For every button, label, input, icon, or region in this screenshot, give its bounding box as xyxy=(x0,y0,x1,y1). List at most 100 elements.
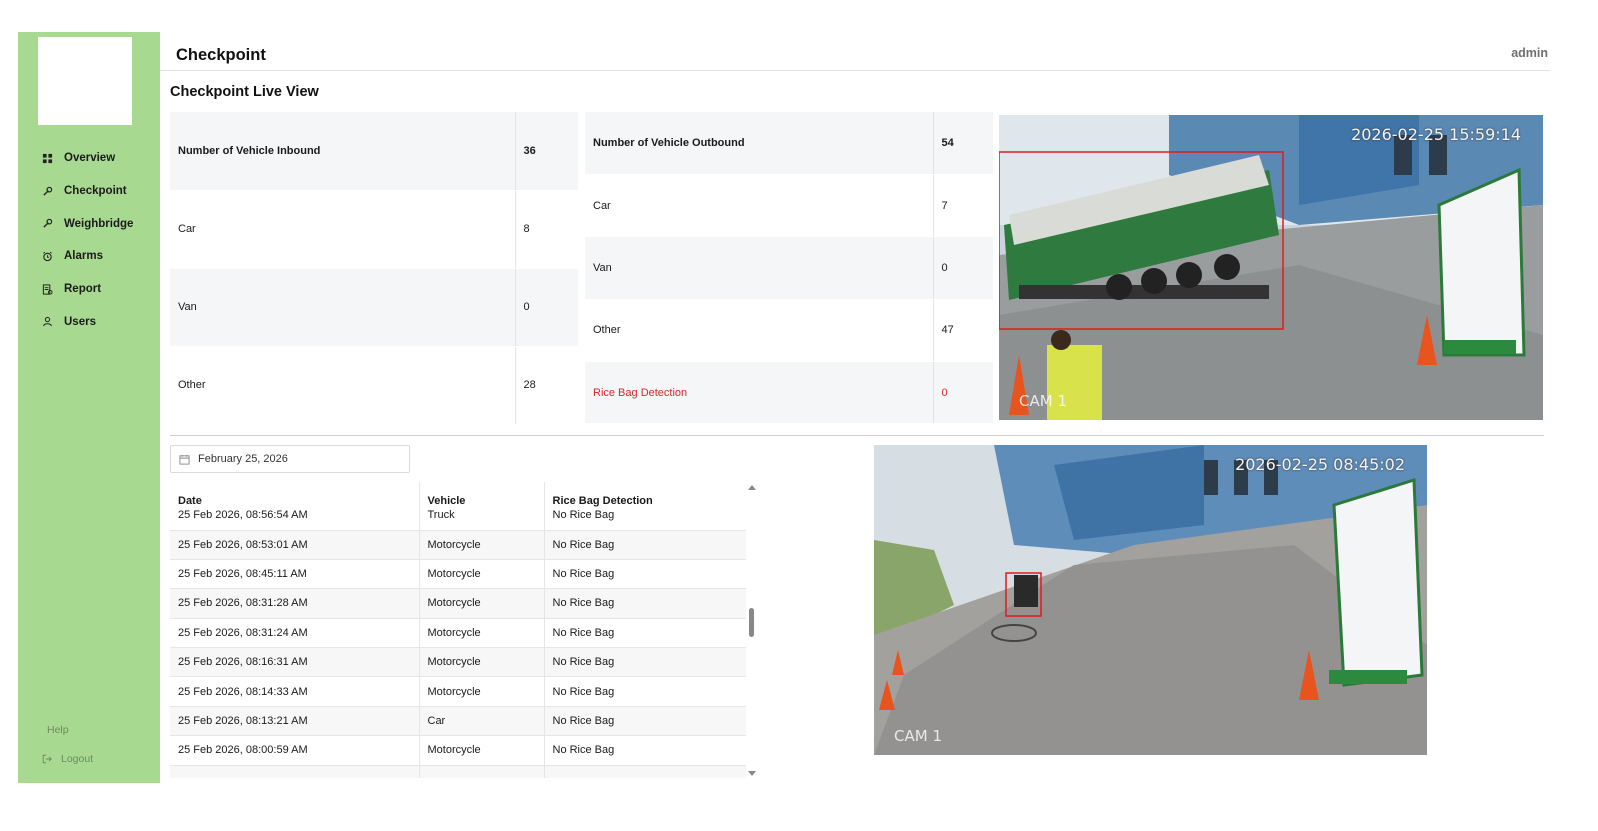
table-row[interactable]: 25 Feb 2026, 08:56:54 AM Truck No Rice B… xyxy=(170,508,746,531)
stat-value: 0 xyxy=(932,361,993,425)
sidebar-item-checkpoint[interactable]: Checkpoint xyxy=(18,175,160,208)
table-row[interactable]: 25 Feb 2026, 08:14:33 AM Motorcycle No R… xyxy=(170,676,746,707)
cell-detection: No Rice Bag xyxy=(543,588,746,619)
table-row[interactable]: 25 Feb 2026, 08:13:21 AM Car No Rice Bag xyxy=(170,706,746,737)
table-row[interactable] xyxy=(170,765,746,778)
table-row[interactable]: 25 Feb 2026, 08:53:01 AM Motorcycle No R… xyxy=(170,530,746,560)
cell-date: 25 Feb 2026, 08:31:24 AM xyxy=(170,618,419,649)
user-icon xyxy=(43,317,52,327)
table-row[interactable]: 25 Feb 2026, 08:45:11 AM Motorcycle No R… xyxy=(170,559,746,590)
camera-snapshot xyxy=(874,445,1427,755)
table-row[interactable]: 25 Feb 2026, 08:00:59 AM Motorcycle No R… xyxy=(170,735,746,766)
wrench-icon xyxy=(43,186,53,196)
sidebar-item-users[interactable]: Users xyxy=(18,305,160,338)
column-header-vehicle[interactable]: Vehicle xyxy=(418,482,544,508)
sidebar: Overview Checkpoint Weighbridge Alarms R… xyxy=(18,32,160,783)
sidebar-item-label: Report xyxy=(64,283,102,296)
help-label: Help xyxy=(47,723,69,736)
cell-detection: No Rice Bag xyxy=(543,706,746,737)
table-row[interactable]: 25 Feb 2026, 08:31:24 AM Motorcycle No R… xyxy=(170,618,746,649)
table-header-row: Date Vehicle Rice Bag Detection xyxy=(170,482,746,508)
cell-date: 25 Feb 2026, 08:56:54 AM xyxy=(170,508,419,531)
cell-vehicle-empty xyxy=(418,765,544,778)
cell-vehicle: Car xyxy=(418,706,544,737)
table-row[interactable]: 25 Feb 2026, 08:16:31 AM Motorcycle No R… xyxy=(170,647,746,678)
cell-date: 25 Feb 2026, 08:16:31 AM xyxy=(170,647,419,678)
page-title: Checkpoint Live View xyxy=(170,84,319,100)
sidebar-item-report[interactable]: Report xyxy=(18,273,160,306)
alarm-clock-icon xyxy=(43,251,52,262)
camera-label: CAM 1 xyxy=(1019,392,1067,410)
logout-icon xyxy=(42,754,52,763)
scroll-thumb[interactable] xyxy=(749,608,754,637)
report-icon xyxy=(42,284,53,295)
stat-row: Other 28 xyxy=(170,346,578,425)
cell-date: 25 Feb 2026, 08:14:33 AM xyxy=(170,676,419,707)
stat-label: Other xyxy=(170,346,515,425)
sidebar-item-overview[interactable]: Overview xyxy=(18,142,160,175)
cell-detection: No Rice Bag xyxy=(543,508,746,531)
help-link[interactable]: Help xyxy=(18,715,160,744)
stat-value: 0 xyxy=(514,268,578,347)
cell-detection: No Rice Bag xyxy=(543,676,746,707)
sidebar-item-weighbridge[interactable]: Weighbridge xyxy=(18,207,160,240)
sidebar-item-alarms[interactable]: Alarms xyxy=(18,240,160,273)
stat-label: Car xyxy=(170,190,515,269)
cell-detection: No Rice Bag xyxy=(543,647,746,678)
stat-value: 0 xyxy=(932,236,993,300)
stat-value: 47 xyxy=(932,299,993,363)
sidebar-item-label: Alarms xyxy=(64,250,103,263)
sidebar-item-label: Checkpoint xyxy=(64,185,127,198)
stat-value: 7 xyxy=(932,174,993,238)
cell-vehicle: Motorcycle xyxy=(418,676,544,707)
scroll-up-arrow-icon[interactable] xyxy=(748,485,756,490)
log-scrollbar[interactable] xyxy=(746,482,758,778)
column-header-date[interactable]: Date xyxy=(170,482,419,508)
sidebar-footer: Help Logout xyxy=(18,715,160,773)
cell-date: 25 Feb 2026, 08:53:01 AM xyxy=(170,530,419,560)
column-header-rice-bag-detection[interactable]: Rice Bag Detection xyxy=(543,482,746,508)
table-row[interactable]: 25 Feb 2026, 08:31:28 AM Motorcycle No R… xyxy=(170,588,746,619)
camera-feed-1[interactable]: 2026-02-25 15:59:14 CAM 1 xyxy=(999,115,1543,420)
logout-link[interactable]: Logout xyxy=(18,744,160,773)
cell-vehicle: Motorcycle xyxy=(418,618,544,649)
stat-label: Other xyxy=(585,299,933,363)
user-menu[interactable]: admin xyxy=(1511,46,1548,60)
stat-value: 54 xyxy=(932,112,993,175)
stat-label: Number of Vehicle Inbound xyxy=(170,112,515,191)
rice-bag-detection-row: Rice Bag Detection 0 xyxy=(585,361,993,425)
grid-icon xyxy=(42,153,53,163)
cell-detection-empty xyxy=(543,765,746,778)
stat-row: Number of Vehicle Inbound 36 xyxy=(170,112,578,191)
cell-date-empty xyxy=(170,765,419,778)
cell-date: 25 Feb 2026, 08:45:11 AM xyxy=(170,559,419,590)
camera-label: CAM 1 xyxy=(894,727,942,745)
camera-timestamp: 2026-02-25 08:45:02 xyxy=(1235,455,1405,474)
stat-row: Car 8 xyxy=(170,190,578,269)
cell-vehicle: Motorcycle xyxy=(418,647,544,678)
sidebar-item-label: Overview xyxy=(64,152,116,165)
detection-log-table: Date Vehicle Rice Bag Detection 25 Feb 2… xyxy=(170,482,746,778)
cell-vehicle: Truck xyxy=(418,508,544,531)
logo-placeholder xyxy=(38,37,132,125)
cell-vehicle: Motorcycle xyxy=(418,588,544,619)
cell-detection: No Rice Bag xyxy=(543,618,746,649)
stat-row: Other 47 xyxy=(585,299,993,363)
outbound-stats-table: Number of Vehicle Outbound 54 Car 7 Van … xyxy=(585,112,993,425)
cell-detection: No Rice Bag xyxy=(543,735,746,766)
stat-label: Number of Vehicle Outbound xyxy=(585,112,933,175)
camera-snapshot xyxy=(999,115,1543,420)
stat-value: 36 xyxy=(514,112,578,191)
camera-feed-2[interactable]: 2026-02-25 08:45:02 CAM 1 xyxy=(874,445,1427,755)
cell-date: 25 Feb 2026, 08:00:59 AM xyxy=(170,735,419,766)
section-divider xyxy=(170,435,1544,436)
stat-row: Number of Vehicle Outbound 54 xyxy=(585,112,993,175)
wrench-icon xyxy=(43,218,53,228)
cell-vehicle: Motorcycle xyxy=(418,735,544,766)
date-picker[interactable]: February 25, 2026 xyxy=(170,445,410,473)
app-root: Overview Checkpoint Weighbridge Alarms R… xyxy=(0,0,1598,831)
stat-label: Car xyxy=(585,174,933,238)
scroll-down-arrow-icon[interactable] xyxy=(748,771,756,776)
stat-label: Van xyxy=(170,268,515,347)
cell-vehicle: Motorcycle xyxy=(418,559,544,590)
